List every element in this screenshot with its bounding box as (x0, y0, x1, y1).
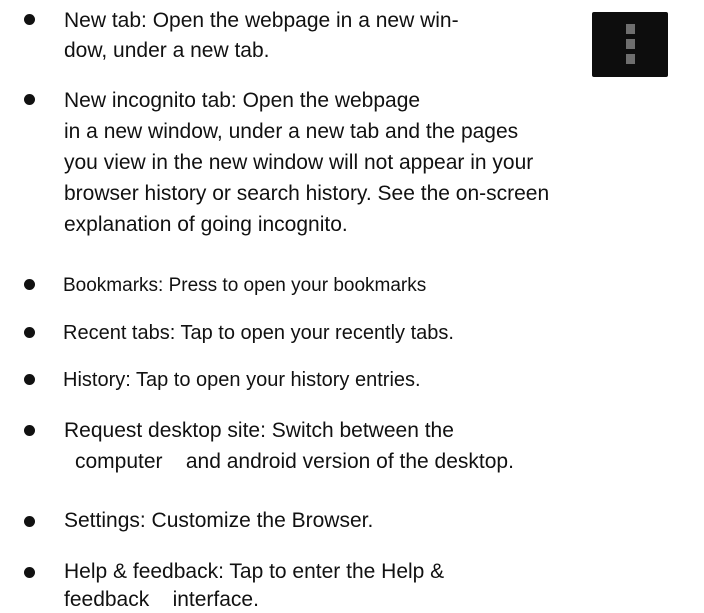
bullet (24, 279, 35, 290)
item-text: Help & feedback: Tap to enter the Help & (64, 560, 445, 583)
bullet (24, 94, 35, 105)
item-text: Settings: Customize the Browser. (64, 509, 374, 532)
bullet (24, 425, 35, 436)
item-text: browser history or search history. See t… (64, 182, 550, 205)
menu-dot (626, 39, 635, 49)
item-text: you view in the new window will not appe… (64, 151, 534, 174)
item-text: Request desktop site: Switch between the (64, 419, 454, 442)
item-text: Recent tabs: Tap to open your recently t… (63, 322, 454, 344)
item-text: dow, under a new tab. (64, 39, 270, 62)
item-text: New incognito tab: Open the webpage (64, 89, 421, 112)
bullet (24, 516, 35, 527)
item-text: History: Tap to open your history entrie… (63, 369, 421, 391)
bullet (24, 14, 35, 25)
item-text: feedback interface. (64, 588, 259, 611)
menu-dot (626, 54, 635, 64)
overflow-menu-icon (592, 12, 668, 77)
item-text: computer and android version of the desk… (75, 450, 514, 473)
bullet (24, 567, 35, 578)
bullet (24, 327, 35, 338)
item-text: New tab: Open the webpage in a new win- (64, 9, 459, 32)
bullet (24, 374, 35, 385)
menu-dot (626, 24, 635, 34)
item-text: Bookmarks: Press to open your bookmarks (63, 275, 427, 296)
item-text: in a new window, under a new tab and the… (64, 120, 519, 143)
item-text: explanation of going incognito. (64, 213, 348, 236)
